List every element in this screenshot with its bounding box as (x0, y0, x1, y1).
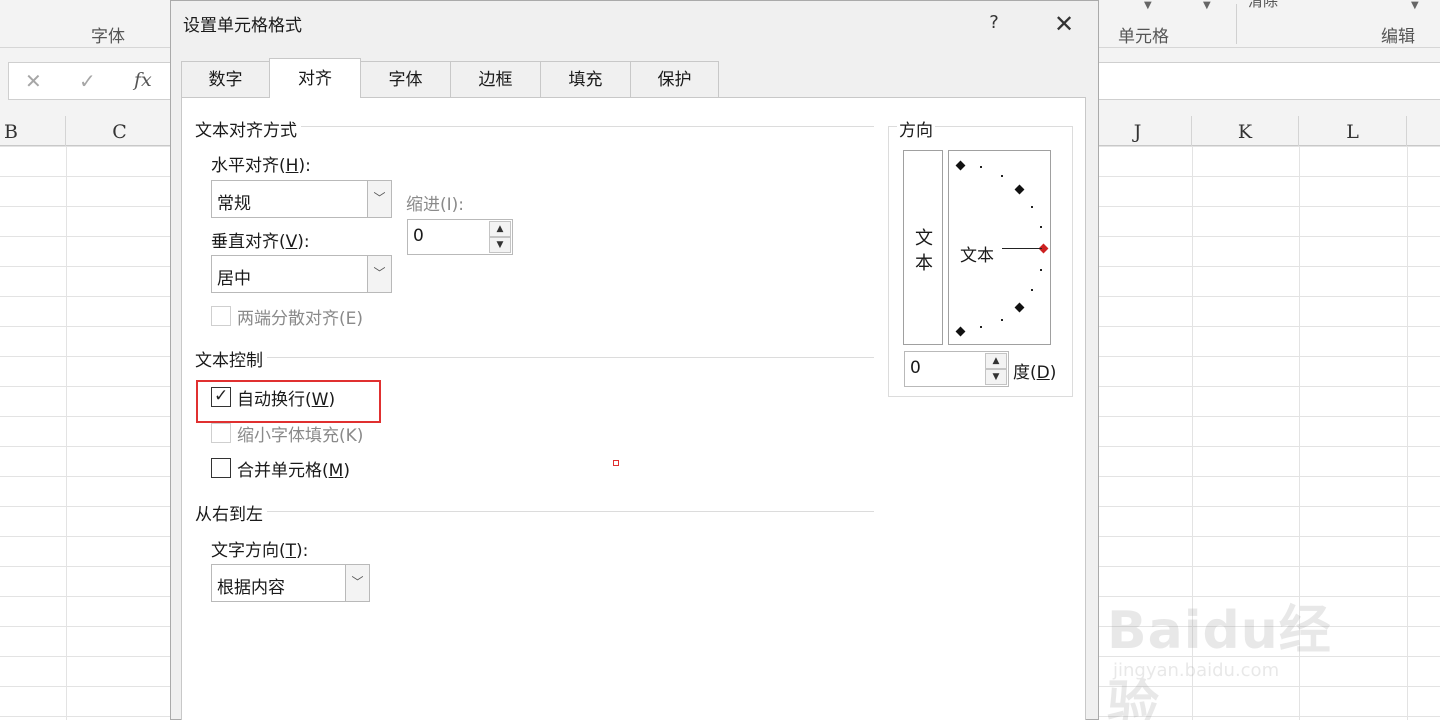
ribbon-clear-label[interactable]: 清除 (1248, 0, 1278, 11)
formula-input[interactable] (1098, 62, 1440, 100)
grid-line (66, 146, 67, 720)
merge-cells-label: 合并单元格(M) (237, 461, 350, 481)
column-header-k[interactable]: K (1192, 116, 1299, 146)
help-button[interactable]: ? (979, 7, 1009, 39)
justify-distributed-label: 两端分散对齐(E) (237, 309, 364, 329)
chevron-down-icon[interactable]: ▼ (1203, 0, 1211, 11)
orientation-title: 方向 (897, 116, 935, 141)
formula-controls: ✕ ✓ fx (8, 62, 173, 100)
degrees-label: 度(D) (1013, 363, 1057, 383)
vertical-text-char: 本 (915, 253, 933, 274)
chevron-down-icon[interactable]: ﹀ (367, 181, 391, 217)
degrees-value: 0 (910, 358, 921, 378)
shrink-to-fit-label: 缩小字体填充(K) (237, 426, 364, 446)
watermark-logo: Baidu经验 jingyan.baidu.com (1105, 560, 1365, 720)
ribbon-divider (1236, 4, 1237, 44)
section-divider (195, 357, 874, 358)
wrap-text-checkbox[interactable]: ✓ (211, 386, 231, 407)
angle-tick (1031, 206, 1033, 208)
chevron-down-icon[interactable]: ▼ (1411, 0, 1419, 11)
horizontal-align-label: 水平对齐(H): (211, 156, 311, 176)
chevron-down-icon[interactable]: ﹀ (367, 256, 391, 292)
angle-tick (1040, 269, 1042, 271)
angle-marker[interactable] (955, 160, 966, 171)
vertical-align-value: 居中 (217, 269, 251, 289)
chevron-down-icon[interactable]: ﹀ (345, 565, 369, 601)
angle-tick (980, 166, 982, 168)
wrap-text-label: 自动换行(W) (237, 390, 336, 410)
spin-up-icon[interactable]: ▲ (985, 353, 1007, 369)
indent-spinner[interactable]: 0 ▲ ▼ (407, 219, 513, 255)
shrink-to-fit-checkbox[interactable] (211, 423, 231, 443)
angle-tick (1031, 289, 1033, 291)
watermark-url: jingyan.baidu.com (1113, 660, 1280, 681)
red-marker (613, 460, 619, 466)
vertical-align-select[interactable]: 居中 ﹀ (211, 255, 392, 293)
column-header-b[interactable]: B (0, 116, 66, 146)
column-header-c[interactable]: C (66, 116, 174, 146)
horizontal-align-value: 常规 (217, 194, 251, 214)
angle-tick (1001, 175, 1003, 177)
angle-marker[interactable] (1014, 302, 1025, 313)
orientation-dial[interactable]: 文本 (948, 150, 1051, 345)
text-alignment-title: 文本对齐方式 (195, 116, 301, 141)
tab-protection[interactable]: 保护 (630, 61, 719, 97)
tab-number[interactable]: 数字 (181, 61, 270, 97)
indent-label: 缩进(I): (406, 195, 465, 215)
ribbon-group-font-label: 字体 (91, 27, 125, 47)
angle-tick (1001, 319, 1003, 321)
insert-function-icon[interactable]: fx (134, 69, 152, 91)
vertical-text-char: 文 (915, 228, 933, 249)
cancel-icon[interactable]: ✕ (25, 69, 42, 93)
rtl-title: 从右到左 (195, 500, 267, 525)
angle-needle (1002, 248, 1042, 249)
chevron-down-icon[interactable]: ▼ (1144, 0, 1152, 11)
grid-line (1407, 146, 1408, 720)
column-header-j[interactable]: J (1084, 116, 1192, 146)
degrees-spinner[interactable]: 0 ▲ ▼ (904, 351, 1009, 387)
horizontal-align-select[interactable]: 常规 ﹀ (211, 180, 392, 218)
text-direction-select[interactable]: 根据内容 ﹀ (211, 564, 370, 602)
angle-marker[interactable] (955, 326, 966, 337)
ribbon-group-cells-label: 单元格 (1118, 27, 1169, 47)
tab-font[interactable]: 字体 (360, 61, 451, 97)
spin-down-icon[interactable]: ▼ (985, 369, 1007, 385)
vertical-text-button[interactable]: 文 本 (903, 150, 943, 345)
vertical-align-label: 垂直对齐(V): (211, 232, 310, 252)
ribbon-group-edit-label: 编辑 (1381, 27, 1415, 47)
angle-tick (980, 326, 982, 328)
section-divider (195, 511, 874, 512)
text-direction-label: 文字方向(T): (211, 541, 309, 561)
merge-cells-checkbox[interactable] (211, 458, 231, 478)
indent-value: 0 (413, 226, 424, 246)
spin-up-icon[interactable]: ▲ (489, 221, 511, 237)
spin-down-icon[interactable]: ▼ (489, 237, 511, 253)
dialog-title: 设置单元格格式 (183, 16, 302, 36)
column-header-l[interactable]: L (1299, 116, 1407, 146)
tab-border[interactable]: 边框 (450, 61, 541, 97)
dial-text-sample: 文本 (960, 246, 994, 266)
checkmark-icon: ✓ (214, 386, 229, 406)
tab-alignment[interactable]: 对齐 (269, 58, 361, 98)
justify-distributed-checkbox[interactable] (211, 306, 231, 326)
watermark-brand: Baidu经验 (1107, 601, 1332, 720)
angle-tick (1040, 226, 1042, 228)
enter-icon[interactable]: ✓ (79, 69, 96, 93)
angle-marker[interactable] (1014, 184, 1025, 195)
close-button[interactable]: ✕ (1047, 7, 1081, 41)
text-control-title: 文本控制 (195, 346, 267, 371)
text-direction-value: 根据内容 (217, 578, 285, 598)
format-cells-dialog: 设置单元格格式 ? ✕ 数字 对齐 字体 边框 填充 保护 文本对齐方式 水平对… (170, 0, 1099, 720)
tab-fill[interactable]: 填充 (540, 61, 631, 97)
